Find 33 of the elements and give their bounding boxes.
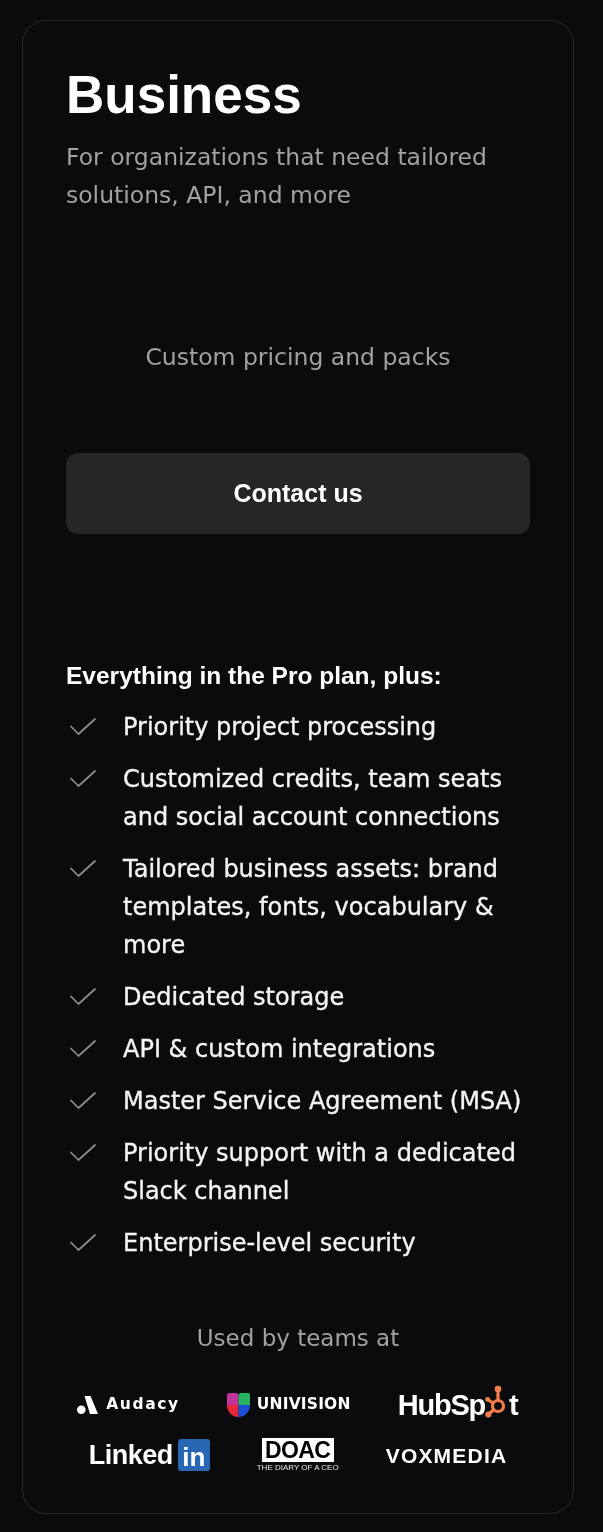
check-icon [70,988,96,1005]
pricing-text: Custom pricing and packs [144,342,452,373]
logo-tagline: THE DIARY OF A CEO [256,1463,339,1472]
check-icon [70,1234,96,1251]
logo-wordmark: VOXMEDIA [385,1444,508,1466]
plan-description: For organizations that need tailored solutions, API, and more [66,142,488,211]
logo-tile: in [177,1439,210,1471]
customers-heading: Used by teams at [195,1324,401,1353]
triangle-dot-icon [77,1396,99,1414]
logo-wordmark: Audacy [106,1397,180,1413]
feature-text: Dedicated storage [123,982,346,1013]
logo-wordmark: UNIVISION [256,1397,351,1413]
logo-wordmark: t [509,1390,519,1420]
logo-wordmark: Linked [88,1441,173,1469]
check-icon [70,1144,96,1161]
check-icon [70,1040,96,1057]
feature-text: API & custom integrations [123,1034,437,1065]
feature-text: Master Service Agreement (MSA) [123,1086,523,1117]
feature-text: Tailored business assets: brand templates, fonts, vocabulary & more [123,854,499,961]
feature-text: Enterprise-level security [123,1228,417,1259]
feature-text: Priority support with a dedicated Slack channel [123,1138,517,1207]
features-heading: Everything in the Pro plan, plus: [66,661,443,691]
check-icon [70,1092,96,1109]
feature-text: Customized credits, team seats and social account connections [123,764,503,833]
check-icon [70,718,96,735]
logo-wordmark: DOAC [261,1438,334,1462]
logo-wordmark: HubSp [397,1390,486,1420]
contact-button[interactable]: Contact us [66,453,530,534]
check-icon [70,860,96,877]
feature-text: Priority project processing [123,712,438,743]
u-shape-icon [226,1393,250,1417]
check-icon [70,770,96,787]
plan-title: Business [66,65,303,125]
